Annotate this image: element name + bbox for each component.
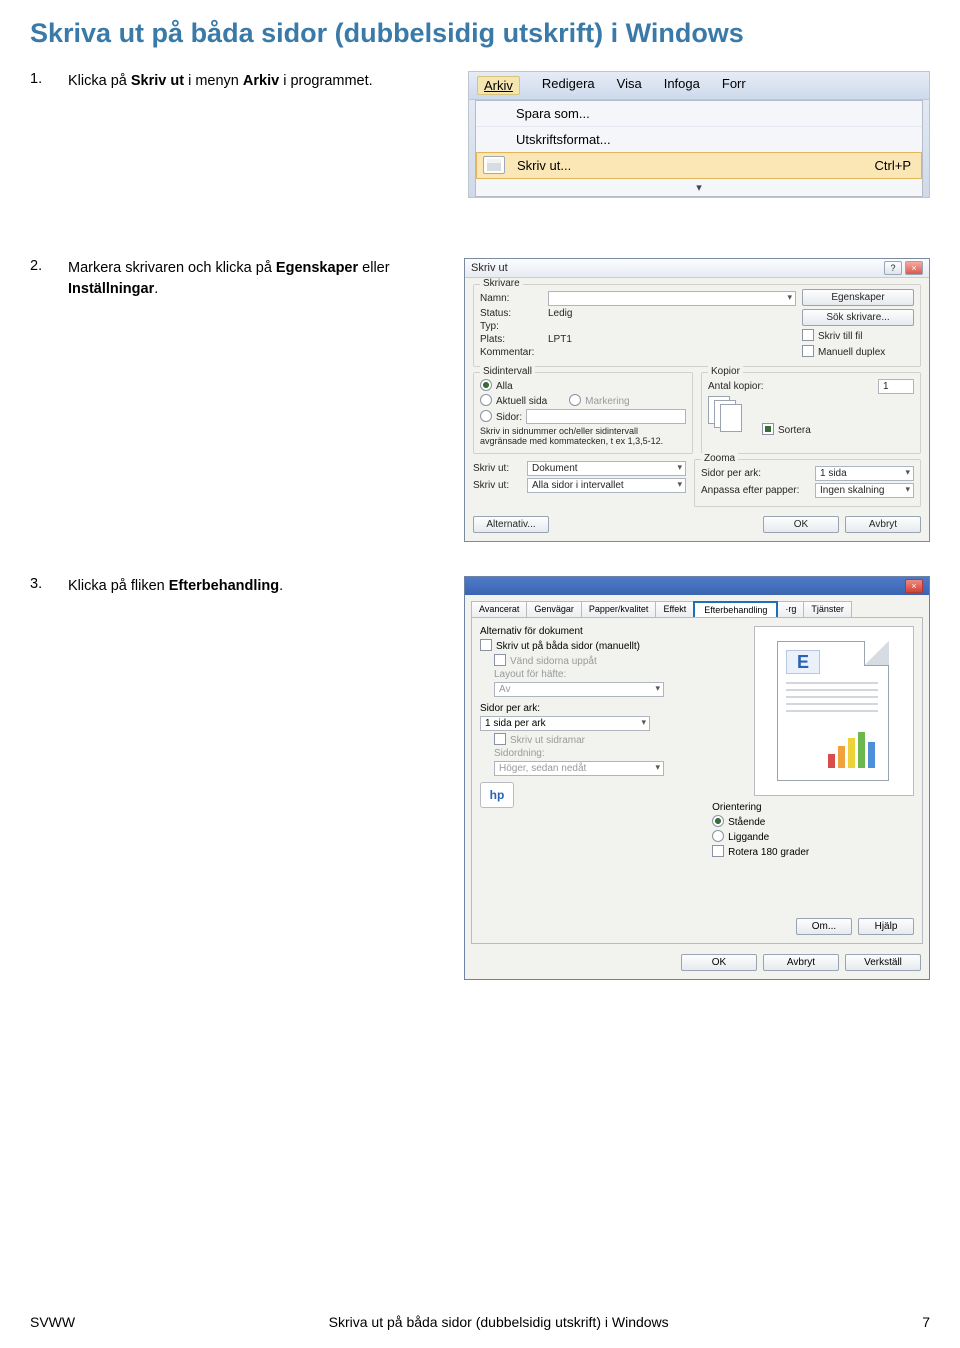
radio-markering: Markering — [569, 394, 629, 407]
group-skrivare: Skrivare — [480, 278, 523, 289]
footer-left: SVWW — [30, 1314, 75, 1330]
footer-mid: Skriva ut på båda sidor (dubbelsidig uts… — [75, 1314, 922, 1330]
val-plats: LPT1 — [548, 334, 572, 345]
verkstall-button[interactable]: Verkställ — [845, 954, 921, 971]
val-status: Ledig — [548, 308, 572, 319]
radio-liggande[interactable]: Liggande — [712, 830, 769, 843]
anpassa-select[interactable]: Ingen skalning — [815, 483, 914, 498]
arkiv-dropdown: Spara som... Utskriftsformat... Skriv ut… — [475, 100, 923, 197]
group-kopior: Kopior — [708, 366, 743, 377]
tab-genvagar[interactable]: Genvägar — [526, 601, 582, 617]
ok-button[interactable]: OK — [763, 516, 839, 533]
lbl-skrivut1: Skriv ut: — [473, 463, 523, 474]
hjalp-button[interactable]: Hjälp — [858, 918, 914, 935]
lbl-plats: Plats: — [480, 334, 544, 345]
collate-icon — [708, 396, 752, 436]
lbl-typ: Typ: — [480, 321, 544, 332]
expand-menu-icon[interactable]: ▾ — [476, 179, 922, 196]
egenskaper-button[interactable]: Egenskaper — [802, 289, 914, 306]
om-button[interactable]: Om... — [796, 918, 852, 935]
sidramar-checkbox: Skriv ut sidramar — [494, 733, 585, 746]
radio-aktuell-sida[interactable]: Aktuell sida — [480, 394, 547, 407]
menubar: Arkiv Redigera Visa Infoga Forr — [469, 72, 929, 100]
step1-number: 1. — [30, 71, 68, 87]
menu-redigera[interactable]: Redigera — [542, 76, 595, 95]
tabs: Avancerat Genvägar Papper/kvalitet Effek… — [465, 595, 929, 617]
tab-avancerat[interactable]: Avancerat — [471, 601, 527, 617]
tab-arg[interactable]: ·rg — [777, 601, 804, 617]
tab-tjanster[interactable]: Tjänster — [803, 601, 852, 617]
skrivut-select[interactable]: Dokument — [527, 461, 686, 476]
menu-forr[interactable]: Forr — [722, 76, 746, 95]
radio-sidor[interactable]: Sidor: — [480, 410, 522, 423]
printer-icon — [483, 156, 505, 174]
hp-logo: hp — [480, 782, 514, 808]
menuitem-skriv-ut[interactable]: Skriv ut... Ctrl+P — [476, 152, 922, 179]
skrivut2-select[interactable]: Alla sidor i intervallet — [527, 478, 686, 493]
grp-alternativ: Alternativ för dokument — [480, 626, 702, 637]
bada-sidor-checkbox[interactable]: Skriv ut på båda sidor (manuellt) — [480, 639, 640, 652]
sok-skrivare-button[interactable]: Sök skrivare... — [802, 309, 914, 326]
alternativ-button[interactable]: Alternativ... — [473, 516, 549, 533]
lbl-kommentar: Kommentar: — [480, 347, 544, 358]
sidor-per-ark-select[interactable]: 1 sida — [815, 466, 914, 481]
sidor-input[interactable] — [526, 409, 686, 424]
sortera-checkbox[interactable]: Sortera — [762, 423, 811, 436]
dialog-title: Skriv ut — [471, 262, 508, 274]
lbl-antal-kopior: Antal kopior: — [708, 381, 764, 392]
page-footer: SVWW Skriva ut på båda sidor (dubbelsidi… — [30, 1314, 930, 1330]
lbl-skrivut2: Skriv ut: — [473, 480, 523, 491]
page-preview: E — [754, 626, 914, 796]
lbl-namn: Namn: — [480, 293, 544, 304]
preview-letter: E — [786, 650, 820, 674]
layout-select: Av — [494, 682, 664, 697]
manuell-duplex-checkbox[interactable]: Manuell duplex — [802, 345, 914, 358]
group-sidintervall: Sidintervall — [480, 366, 535, 377]
ok-button[interactable]: OK — [681, 954, 757, 971]
fig2-print-dialog: Skriv ut ? × Skrivare Namn: Status: Ledig… — [464, 258, 930, 542]
tab-effekt[interactable]: Effekt — [655, 601, 694, 617]
sidor-hint: Skriv in sidnummer och/eller sidinterval… — [480, 426, 686, 447]
footer-page-number: 7 — [922, 1314, 930, 1330]
grp-orientering: Orientering — [712, 802, 914, 813]
fig3-properties-dialog: × Avancerat Genvägar Papper/kvalitet Eff… — [464, 576, 930, 980]
radio-alla[interactable]: Alla — [480, 379, 513, 392]
menuitem-utskriftsformat[interactable]: Utskriftsformat... — [476, 126, 922, 152]
rotera-checkbox[interactable]: Rotera 180 grader — [712, 845, 809, 858]
step1-text: Klicka på Skriv ut i menyn Arkiv i progr… — [68, 71, 448, 92]
help-button[interactable]: ? — [884, 261, 902, 275]
step3-text: Klicka på fliken Efterbehandling. — [68, 576, 448, 597]
step3-number: 3. — [30, 576, 68, 592]
lbl-anpassa: Anpassa efter papper: — [701, 485, 811, 496]
step2-number: 2. — [30, 258, 68, 274]
tab-papper[interactable]: Papper/kvalitet — [581, 601, 657, 617]
printer-name-select[interactable] — [548, 291, 796, 306]
page-title: Skriva ut på båda sidor (dubbelsidig uts… — [30, 18, 930, 49]
close-button[interactable]: × — [905, 261, 923, 275]
menu-infoga[interactable]: Infoga — [664, 76, 700, 95]
shortcut-label: Ctrl+P — [875, 158, 911, 173]
avbryt-button[interactable]: Avbryt — [763, 954, 839, 971]
lbl-sidor-per-ark: Sidor per ark: — [480, 703, 540, 714]
menu-arkiv[interactable]: Arkiv — [477, 76, 520, 95]
lbl-layout: Layout för häfte: — [494, 669, 566, 680]
antal-kopior-input[interactable]: 1 — [878, 379, 914, 394]
group-zooma: Zooma — [701, 453, 738, 464]
lbl-status: Status: — [480, 308, 544, 319]
skriv-till-fil-checkbox[interactable]: Skriv till fil — [802, 329, 914, 342]
fig1-menu: Arkiv Redigera Visa Infoga Forr Spara so… — [468, 71, 930, 198]
avbryt-button[interactable]: Avbryt — [845, 516, 921, 533]
lbl-sidordning: Sidordning: — [494, 748, 545, 759]
menuitem-spara-som[interactable]: Spara som... — [476, 101, 922, 126]
close-button[interactable]: × — [905, 579, 923, 593]
step2-text: Markera skrivaren och klicka på Egenskap… — [68, 258, 448, 300]
radio-staende[interactable]: Stående — [712, 815, 765, 828]
preview-bars-icon — [828, 730, 884, 768]
menu-visa[interactable]: Visa — [617, 76, 642, 95]
sidordning-select: Höger, sedan nedåt — [494, 761, 664, 776]
tab-efterbehandling[interactable]: Efterbehandling — [693, 601, 778, 617]
sidor-per-ark-select[interactable]: 1 sida per ark — [480, 716, 650, 731]
vand-checkbox: Vänd sidorna uppåt — [494, 654, 597, 667]
lbl-sidor-per-ark: Sidor per ark: — [701, 468, 811, 479]
